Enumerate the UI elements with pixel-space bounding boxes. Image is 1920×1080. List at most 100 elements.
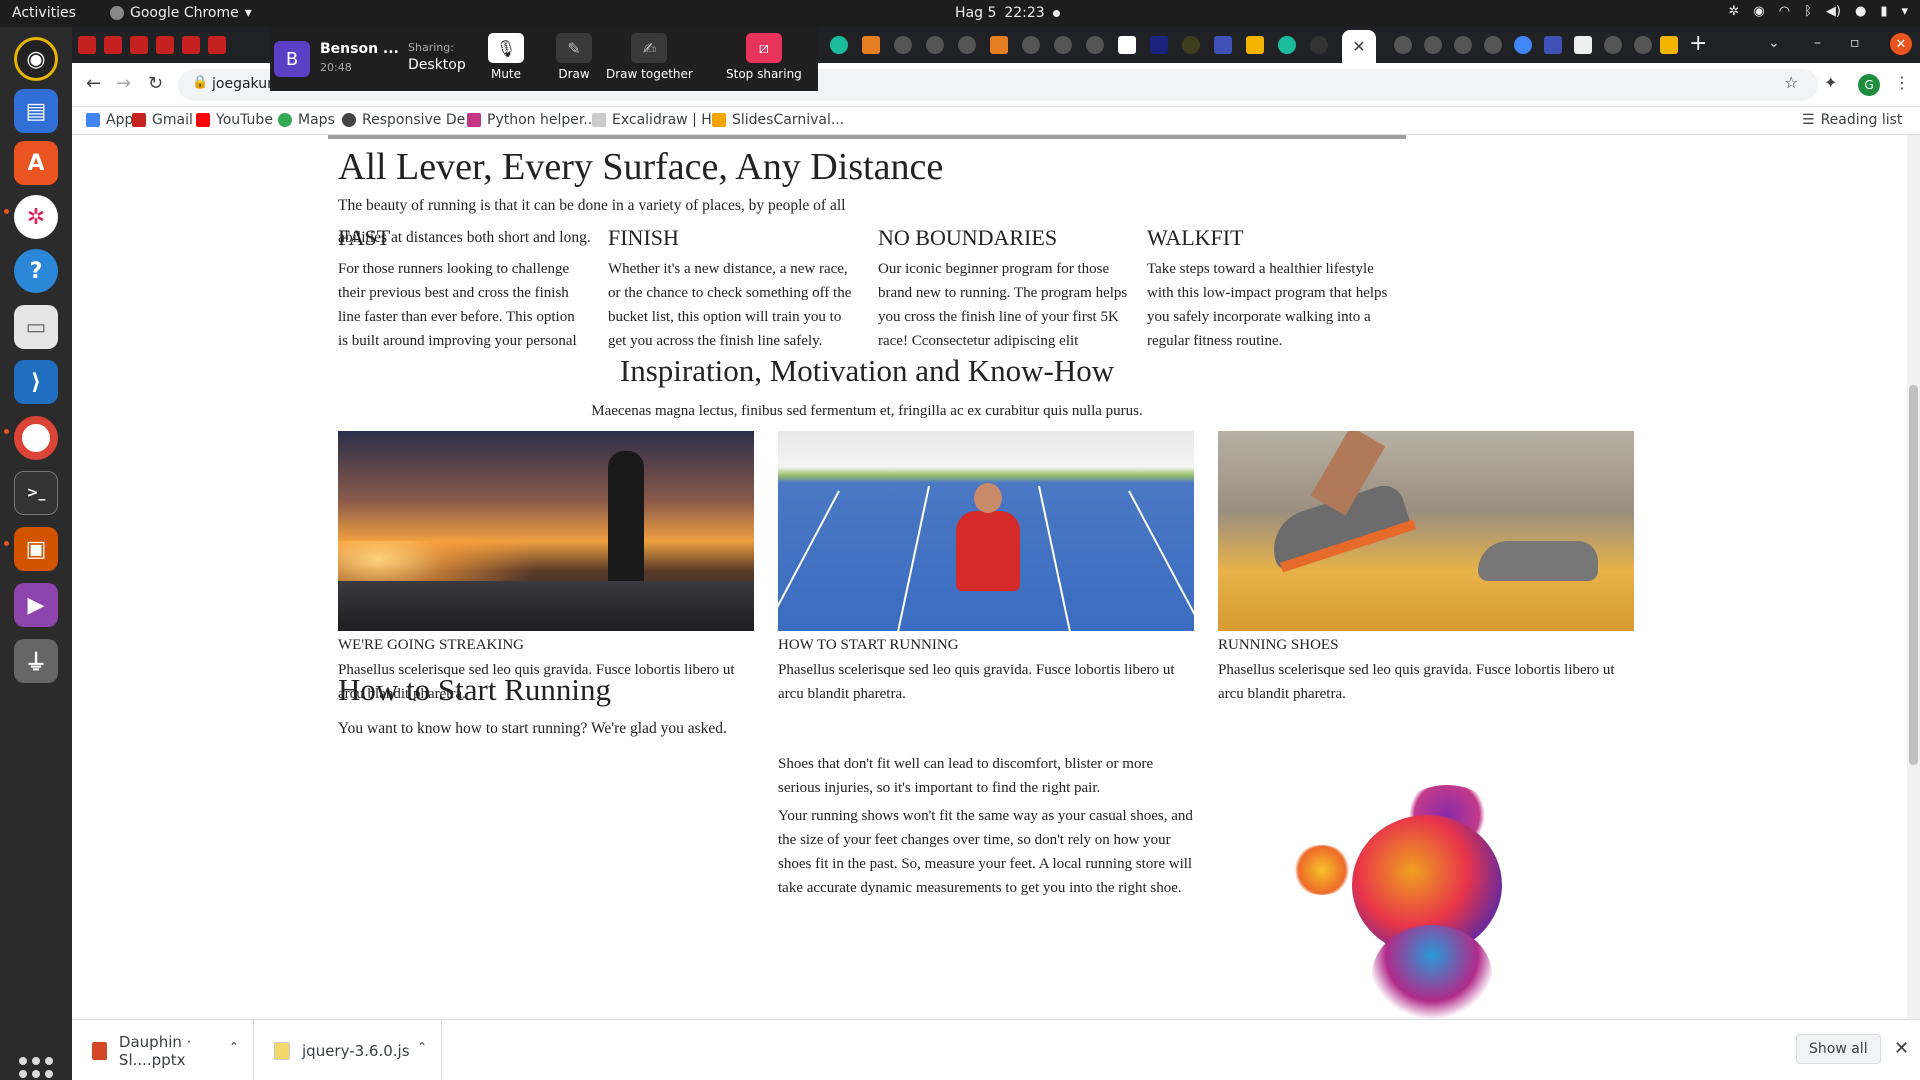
tab-icon[interactable] xyxy=(1246,36,1264,54)
tab-icon[interactable] xyxy=(862,36,880,54)
sharing-value: Desktop xyxy=(408,57,466,73)
tab-icon[interactable] xyxy=(1150,36,1168,54)
scrollbar-thumb[interactable] xyxy=(1909,385,1918,765)
gmail-tab-icon[interactable] xyxy=(104,36,122,54)
terminal-icon[interactable]: >_ xyxy=(14,471,58,515)
tab-icon[interactable] xyxy=(1484,36,1502,54)
rhythmbox-icon[interactable]: ◉ xyxy=(14,37,58,81)
tab-search-icon[interactable]: ⌄ xyxy=(1768,35,1780,51)
gmail-tab-icon[interactable] xyxy=(182,36,200,54)
tab-icon[interactable] xyxy=(1424,36,1442,54)
draw-button[interactable]: ✎ Draw xyxy=(556,33,592,81)
meet-tab-icon[interactable] xyxy=(1278,36,1296,54)
system-tray[interactable]: ✲ ◉ ◠ ᛒ ◀) ● ▮ ▾ xyxy=(1728,4,1908,19)
tab-icon[interactable] xyxy=(1604,36,1622,54)
tab-icon[interactable] xyxy=(958,36,976,54)
tab-icon[interactable] xyxy=(1574,36,1592,54)
gmail-tab-icon[interactable] xyxy=(156,36,174,54)
extension-tab-icon[interactable] xyxy=(1544,36,1562,54)
mic-icon: ● xyxy=(1854,4,1867,19)
reload-icon[interactable]: ↻ xyxy=(148,73,163,94)
tab-icon[interactable] xyxy=(1454,36,1472,54)
slides-tab-icon[interactable] xyxy=(1660,36,1678,54)
bookmark-python-helper[interactable]: Python helper... xyxy=(467,112,597,128)
bookmark-maps[interactable]: Maps xyxy=(278,112,335,128)
mute-label: Mute xyxy=(490,67,522,81)
card-caption: RUNNING SHOES xyxy=(1218,637,1339,653)
tab-icon[interactable] xyxy=(990,36,1008,54)
draw-label: Draw xyxy=(558,67,590,81)
docs-tab-icon[interactable] xyxy=(1214,36,1232,54)
gmail-tab-icon[interactable] xyxy=(78,36,96,54)
window-close-button[interactable]: ✕ xyxy=(1890,33,1912,55)
chevron-up-icon[interactable]: ⌃ xyxy=(229,1040,239,1054)
tab-icon[interactable] xyxy=(1394,36,1412,54)
app-menu[interactable]: Google Chrome ▾ xyxy=(110,5,252,21)
download-item-js[interactable]: jquery-3.6.0.js ⌃ xyxy=(254,1020,442,1080)
usb-drive-icon[interactable]: ⏚ xyxy=(14,639,58,683)
chrome-icon[interactable] xyxy=(14,416,58,460)
meet-tab-icon[interactable] xyxy=(830,36,848,54)
wikipedia-tab-icon[interactable] xyxy=(1118,36,1136,54)
reading-list-icon: ☰ xyxy=(1802,112,1815,128)
bookmark-label: Maps xyxy=(298,112,335,128)
chrome-menu-icon[interactable]: ⋮ xyxy=(1894,73,1910,92)
restore-icon[interactable]: ▫ xyxy=(1850,35,1860,51)
help-icon[interactable]: ? xyxy=(14,249,58,293)
bookmark-responsive-design[interactable]: Responsive De... xyxy=(342,112,479,128)
files-icon[interactable]: ▭ xyxy=(14,305,58,349)
bookmark-gmail[interactable]: Gmail xyxy=(132,112,193,128)
draw-together-button[interactable]: ✍ Draw together xyxy=(606,33,693,81)
slack-icon[interactable]: ✲ xyxy=(14,195,58,239)
active-tab-close[interactable]: ✕ xyxy=(1342,30,1376,63)
gmail-tab-icon[interactable] xyxy=(208,36,226,54)
running-shoes-image xyxy=(1218,431,1634,631)
card-text: Phasellus scelerisque sed leo quis gravi… xyxy=(778,662,1175,702)
tab-icon[interactable] xyxy=(1182,36,1200,54)
bookmark-star-icon[interactable]: ☆ xyxy=(1784,73,1798,92)
bookmark-slidescarnival[interactable]: SlidesCarnival... xyxy=(712,112,844,128)
minimize-icon[interactable]: – xyxy=(1814,35,1821,51)
tab-icon[interactable] xyxy=(1054,36,1072,54)
extensions-icon[interactable]: ✦ xyxy=(1824,73,1837,92)
tab-icon[interactable] xyxy=(894,36,912,54)
show-all-downloads-button[interactable]: Show all xyxy=(1796,1034,1881,1064)
teamviewer-icon: ◉ xyxy=(1753,4,1765,19)
tab-icon[interactable] xyxy=(1086,36,1104,54)
feature-finish: FINISH Whether it's a new distance, a ne… xyxy=(608,225,858,353)
page-scrollbar[interactable] xyxy=(1907,135,1920,1019)
new-tab-button[interactable]: + xyxy=(1689,31,1707,56)
tab-icon[interactable] xyxy=(1022,36,1040,54)
clock[interactable]: Hag 5 22:23 xyxy=(955,5,1060,21)
forward-icon[interactable]: → xyxy=(116,73,131,94)
gmail-tab-icon[interactable] xyxy=(130,36,148,54)
tab-icon[interactable] xyxy=(926,36,944,54)
reading-list-label: Reading list xyxy=(1820,112,1903,128)
show-apps-icon[interactable] xyxy=(19,1057,53,1080)
mute-button[interactable]: 🎙 Mute xyxy=(488,33,524,81)
writer-icon[interactable]: ▤ xyxy=(14,89,58,133)
feature-title: FAST xyxy=(338,225,391,250)
download-item-pptx[interactable]: Dauphin · Sl....pptx ⌃ xyxy=(72,1020,254,1080)
bookmark-youtube[interactable]: YouTube xyxy=(196,112,273,128)
bookmark-label: SlidesCarnival... xyxy=(732,112,845,128)
lock-icon[interactable]: 🔒 xyxy=(192,75,208,90)
tab-icon[interactable] xyxy=(1634,36,1652,54)
vscode-icon[interactable]: ⟩ xyxy=(14,360,58,404)
profile-avatar[interactable]: G xyxy=(1858,74,1880,96)
software-center-icon[interactable]: A xyxy=(14,141,58,185)
tab-icon[interactable] xyxy=(1310,36,1328,54)
impress-icon[interactable]: ▣ xyxy=(14,527,58,571)
video-player-icon[interactable]: ▶ xyxy=(14,583,58,627)
close-download-shelf-icon[interactable]: ✕ xyxy=(1894,1038,1909,1059)
bookmark-excalidraw[interactable]: Excalidraw | H... xyxy=(592,112,725,128)
back-icon[interactable]: ← xyxy=(86,73,101,94)
url-text[interactable]: joegakur xyxy=(212,76,273,92)
stop-sharing-button[interactable]: ⧄ Stop sharing xyxy=(726,33,802,81)
close-icon[interactable]: ✕ xyxy=(1352,37,1365,56)
stop-sharing-label: Stop sharing xyxy=(726,67,802,81)
activities-button[interactable]: Activities xyxy=(12,5,76,21)
settings-tab-icon[interactable] xyxy=(1514,36,1532,54)
reading-list-button[interactable]: ☰ Reading list xyxy=(1802,112,1902,128)
chevron-up-icon[interactable]: ⌃ xyxy=(417,1040,427,1054)
